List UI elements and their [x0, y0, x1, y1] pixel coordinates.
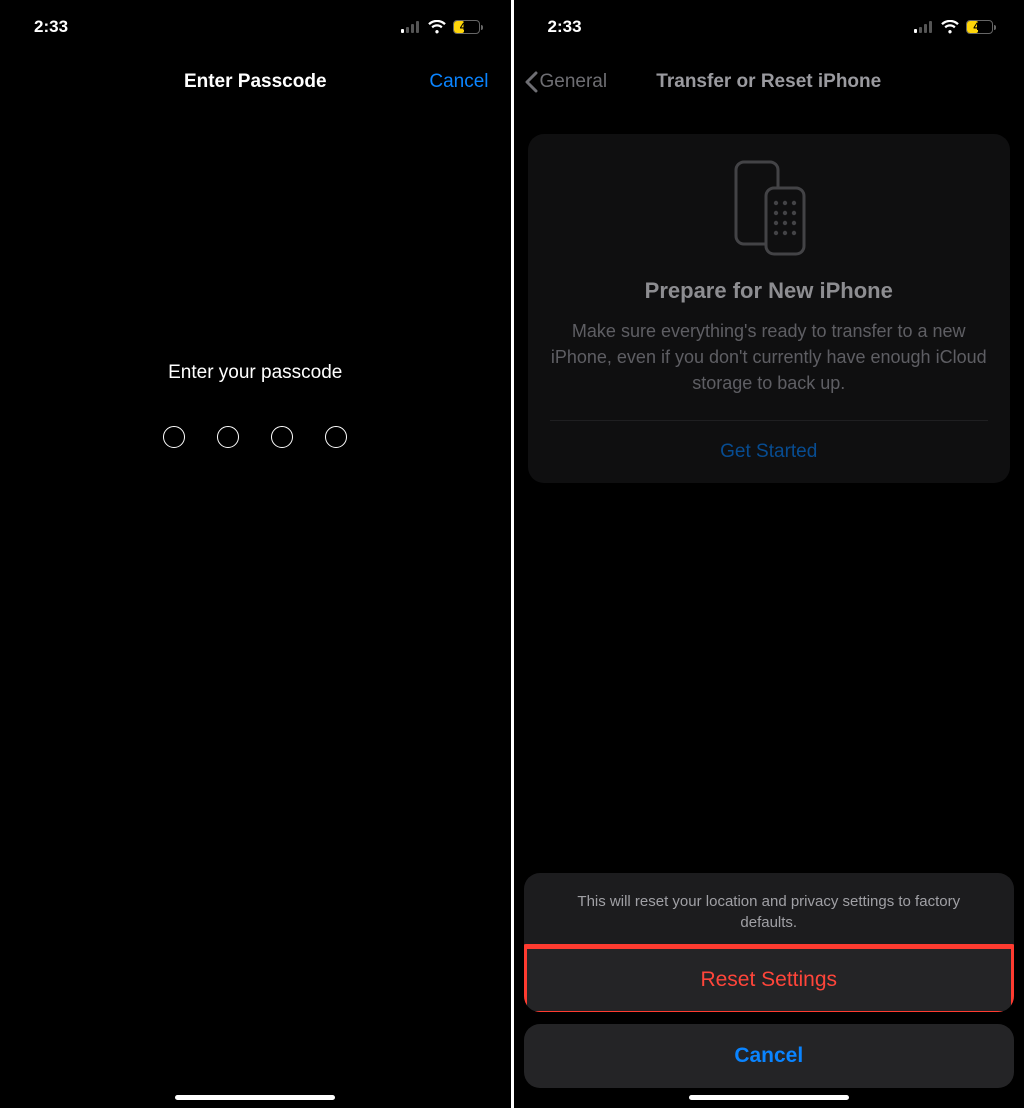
- card-title: Prepare for New iPhone: [550, 278, 989, 304]
- status-time: 2:33: [34, 17, 68, 37]
- home-indicator[interactable]: [689, 1095, 849, 1100]
- passcode-navbar: Enter Passcode Cancel: [0, 60, 511, 104]
- cellular-icon: [401, 21, 421, 33]
- status-time: 2:33: [548, 17, 582, 37]
- status-bar: 2:33 43: [0, 0, 511, 54]
- passcode-title: Enter Passcode: [184, 71, 327, 93]
- status-bar: 2:33 43: [514, 0, 1024, 54]
- passcode-dot: [325, 426, 347, 448]
- passcode-dots: [163, 426, 347, 448]
- passcode-dot: [217, 426, 239, 448]
- card-body: Make sure everything's ready to transfer…: [550, 318, 989, 396]
- sheet-cancel-button[interactable]: Cancel: [524, 1024, 1015, 1088]
- reset-settings-button[interactable]: Reset Settings: [524, 948, 1015, 1012]
- back-button[interactable]: General: [524, 71, 608, 93]
- sheet-message: This will reset your location and privac…: [524, 873, 1015, 949]
- action-sheet: This will reset your location and privac…: [524, 873, 1015, 1089]
- wifi-icon: [427, 20, 447, 34]
- battery-icon: 43: [966, 20, 996, 34]
- passcode-dot: [163, 426, 185, 448]
- passcode-screen: 2:33 43 Enter Passcode Cancel Enter your…: [0, 0, 511, 1108]
- settings-navbar: General Transfer or Reset iPhone: [514, 60, 1024, 104]
- cancel-button[interactable]: Cancel: [429, 71, 488, 93]
- get-started-button[interactable]: Get Started: [550, 421, 989, 483]
- passcode-prompt: Enter your passcode: [168, 362, 342, 384]
- back-label: General: [540, 71, 608, 93]
- battery-icon: 43: [453, 20, 483, 34]
- devices-icon: [550, 160, 989, 258]
- prepare-card: Prepare for New iPhone Make sure everyth…: [528, 134, 1011, 483]
- wifi-icon: [940, 20, 960, 34]
- cellular-icon: [914, 21, 934, 33]
- chevron-left-icon: [524, 71, 538, 93]
- passcode-dot: [271, 426, 293, 448]
- page-title: Transfer or Reset iPhone: [656, 71, 881, 93]
- settings-screen: 2:33 43 General Transfer or Rese: [514, 0, 1024, 1108]
- home-indicator[interactable]: [175, 1095, 335, 1100]
